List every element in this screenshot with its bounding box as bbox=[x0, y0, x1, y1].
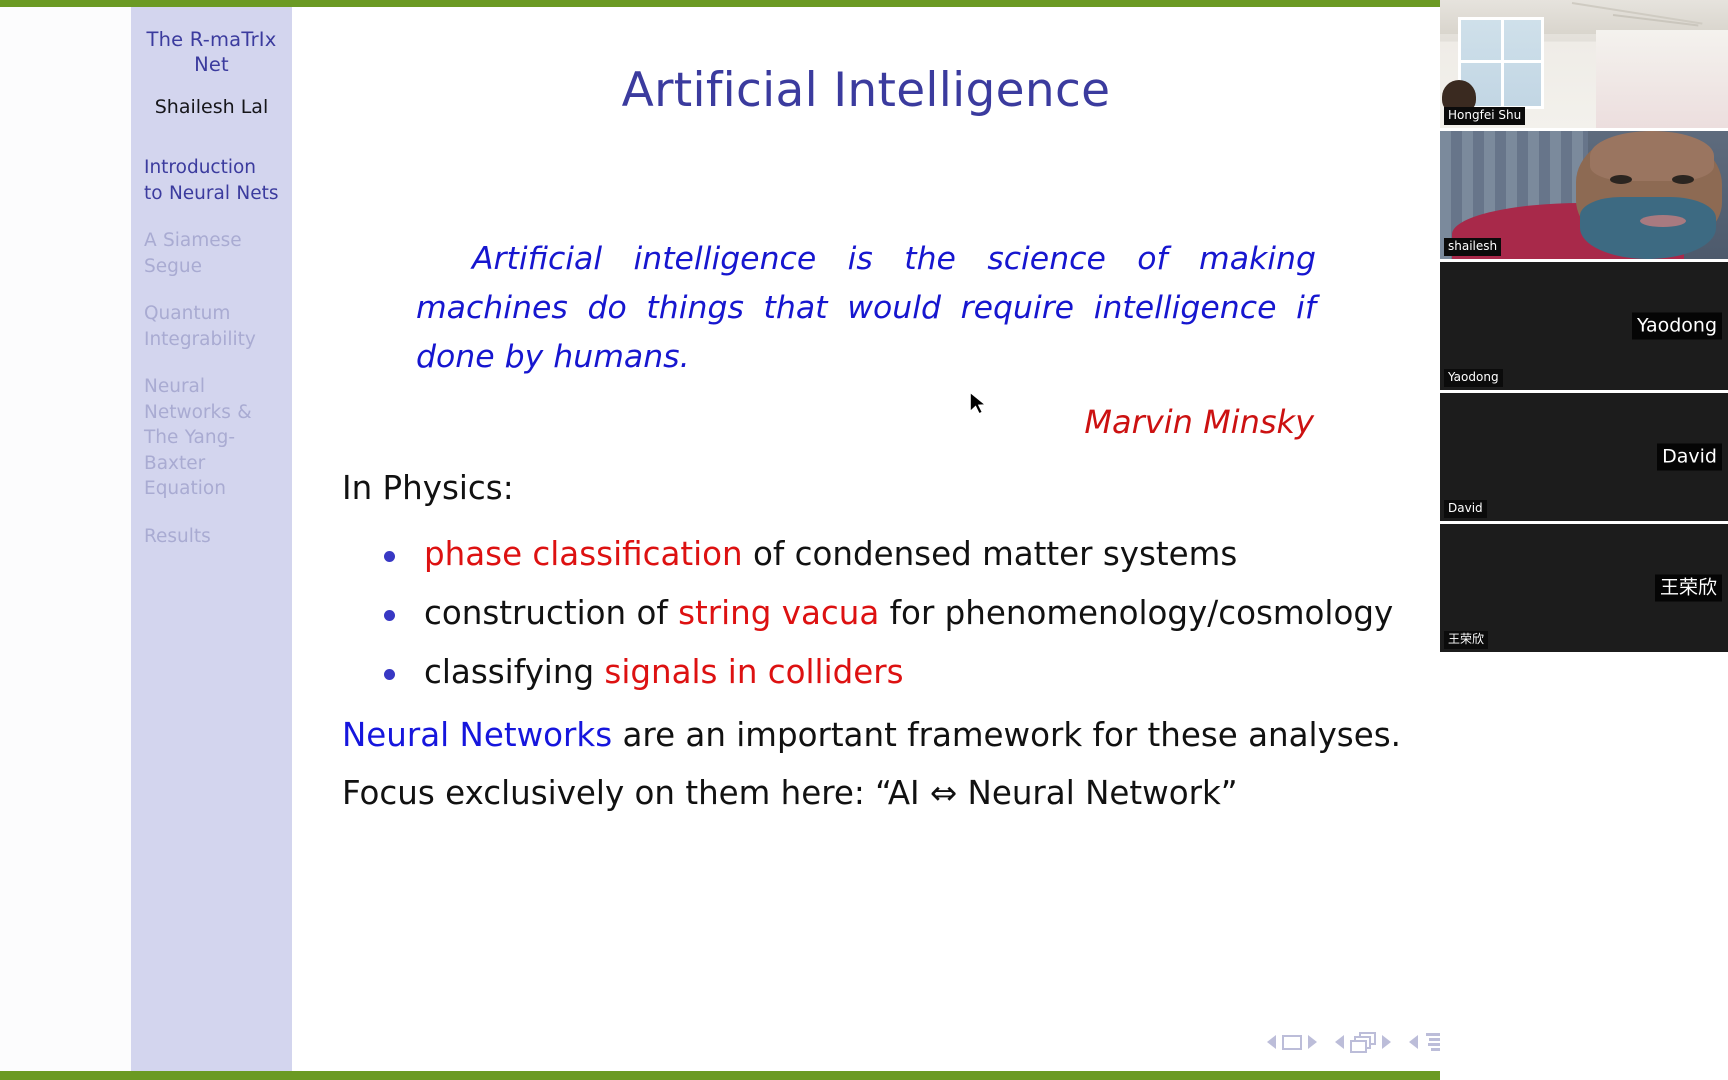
beamer-navigation-symbols bbox=[1267, 1032, 1440, 1053]
sidebar-item-results[interactable]: Results bbox=[131, 524, 292, 550]
top-rule bbox=[0, 0, 1440, 7]
beamer-sidebar: The R-maTrIx Net Shailesh Lal Introducti… bbox=[131, 7, 292, 1071]
bullet-pre: construction of bbox=[424, 594, 679, 632]
video-tile-david[interactable]: David David bbox=[1440, 393, 1728, 521]
bullet-list: phase classification of condensed matter… bbox=[342, 525, 1422, 702]
sidebar-section-list: Introduction to Neural Nets A Siamese Se… bbox=[131, 155, 292, 549]
sidebar-presentation-title: The R-maTrIx Net bbox=[146, 28, 277, 76]
list-item: phase classification of condensed matter… bbox=[342, 525, 1422, 584]
lines-centered-icon[interactable] bbox=[1424, 1033, 1440, 1051]
presentation-viewer: The R-maTrIx Net Shailesh Lal Introducti… bbox=[0, 0, 1440, 1080]
bullet-dot-icon bbox=[384, 610, 395, 621]
slide-title: Artificial Intelligence bbox=[621, 63, 1111, 118]
previous-frame-icon[interactable] bbox=[1335, 1035, 1344, 1049]
video-tile-yaodong[interactable]: Yaodong Yaodong bbox=[1440, 262, 1728, 390]
participant-center-label: David bbox=[1657, 443, 1722, 471]
stacked-frames-icon[interactable] bbox=[1350, 1032, 1376, 1053]
bullet-post: of condensed matter systems bbox=[742, 535, 1238, 573]
video-tile-hongfei-shu[interactable]: Hongfei Shu bbox=[1440, 0, 1728, 128]
bullet-pre: classifying bbox=[424, 653, 605, 691]
slide-body: In Physics: phase classification of cond… bbox=[342, 459, 1422, 822]
bullet-highlight: signals in colliders bbox=[604, 653, 904, 691]
screen: The R-maTrIx Net Shailesh Lal Introducti… bbox=[0, 0, 1728, 1080]
intro-line: In Physics: bbox=[342, 469, 514, 507]
participant-name-label: 王荣欣 bbox=[1444, 631, 1489, 649]
slide-canvas: Artificial Intelligence Artificial intel… bbox=[292, 7, 1440, 1071]
closing-highlight: Neural Networks bbox=[342, 716, 613, 754]
previous-subsection-icon[interactable] bbox=[1409, 1035, 1418, 1049]
bullet-dot-icon bbox=[384, 669, 395, 680]
quote-block: Artificial intelligence is the science o… bbox=[416, 235, 1316, 382]
bottom-rule bbox=[0, 1071, 1440, 1080]
video-tile-wang-rongxin[interactable]: 王荣欣 王荣欣 bbox=[1440, 524, 1728, 652]
slide-navigation-group bbox=[1267, 1034, 1317, 1050]
closing-rest: are an important framework for these ana… bbox=[612, 716, 1401, 754]
participant-name-label: Yaodong bbox=[1444, 369, 1503, 387]
frame-navigation-group bbox=[1335, 1032, 1391, 1053]
sidebar-item-neural-networks-yang-baxter-equation[interactable]: Neural Networks & The Yang-Baxter Equati… bbox=[131, 374, 292, 502]
participant-center-label: 王荣欣 bbox=[1654, 574, 1722, 602]
participant-name-label: shailesh bbox=[1444, 238, 1502, 256]
participant-name-label: David bbox=[1444, 500, 1487, 518]
next-slide-icon[interactable] bbox=[1308, 1035, 1317, 1049]
sidebar-author: Shailesh Lal bbox=[154, 96, 269, 118]
bullet-post: for phenomenology/cosmology bbox=[879, 594, 1394, 632]
closing-line-1: Neural Networks are an important framewo… bbox=[342, 706, 1422, 764]
list-item: construction of string vacua for phenome… bbox=[342, 584, 1422, 643]
box-icon[interactable] bbox=[1282, 1034, 1302, 1050]
sidebar-item-a-siamese-segue[interactable]: A Siamese Segue bbox=[131, 228, 292, 279]
quote-attribution: Marvin Minsky bbox=[1084, 403, 1314, 441]
video-tile-shailesh[interactable]: shailesh bbox=[1440, 131, 1728, 259]
previous-slide-icon[interactable] bbox=[1267, 1035, 1276, 1049]
bullet-highlight: phase classification bbox=[424, 535, 743, 573]
participant-name-label: Hongfei Shu bbox=[1444, 107, 1526, 125]
mouse-cursor bbox=[969, 390, 989, 416]
list-item: classifying signals in colliders bbox=[342, 643, 1422, 702]
quote-text: Artificial intelligence is the science o… bbox=[416, 241, 1316, 375]
participant-center-label: Yaodong bbox=[1631, 312, 1722, 340]
bullet-dot-icon bbox=[384, 551, 395, 562]
closing-line-2: Focus exclusively on them here: “AI ⇔ Ne… bbox=[342, 774, 1238, 812]
video-participants-panel: Hongfei Shu shailesh Yaodong Yaodong Dav… bbox=[1440, 0, 1728, 1080]
sidebar-item-quantum-integrability[interactable]: Quantum Integrability bbox=[131, 301, 292, 352]
subsection-navigation-group bbox=[1409, 1033, 1440, 1051]
sidebar-item-introduction-to-neural-nets[interactable]: Introduction to Neural Nets bbox=[131, 155, 292, 206]
next-frame-icon[interactable] bbox=[1382, 1035, 1391, 1049]
bullet-highlight: string vacua bbox=[678, 594, 880, 632]
sidebar-margin bbox=[0, 7, 131, 1071]
